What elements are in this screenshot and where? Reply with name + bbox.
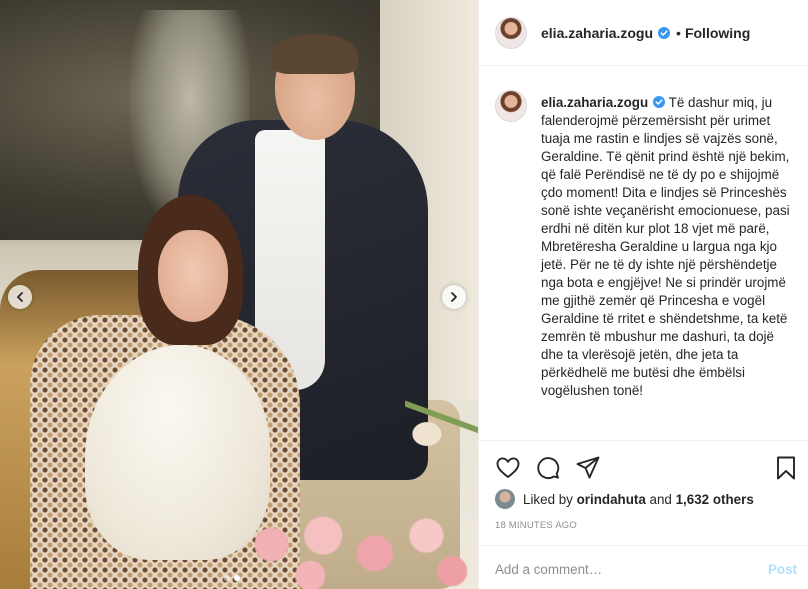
comment-icon[interactable] [535, 455, 561, 481]
caption-username[interactable]: elia.zaharia.zogu [541, 95, 648, 110]
caption-avatar[interactable] [495, 90, 527, 122]
caption-area: elia.zaharia.zogu Të dashur miq, ju fale… [479, 66, 808, 440]
woman-face [158, 230, 228, 322]
post-header: elia.zaharia.zogu • Following [479, 0, 808, 66]
comment-box: Post [479, 545, 808, 589]
header-username[interactable]: elia.zaharia.zogu [541, 25, 653, 41]
action-icons [495, 455, 795, 481]
post-comment-button[interactable]: Post [768, 562, 797, 577]
carousel-next-button[interactable] [442, 285, 466, 309]
pink-flowers [220, 500, 478, 589]
carousel-dot-active [234, 575, 240, 581]
liker-avatar[interactable] [495, 489, 515, 509]
comment-input[interactable] [495, 561, 768, 577]
verified-badge-icon [653, 96, 666, 108]
likes-and: and [649, 491, 672, 507]
post-timestamp[interactable]: 18 MINUTES AGO [495, 520, 577, 531]
share-icon[interactable] [575, 455, 601, 481]
man-hair [272, 34, 358, 74]
likes-line: Liked by orindahuta and 1,632 others [495, 489, 754, 509]
post-side-panel: elia.zaharia.zogu • Following elia.zahar… [478, 0, 808, 589]
likes-prefix: Liked by [523, 491, 573, 507]
follow-separator: • [676, 24, 681, 41]
following-button[interactable]: Following [685, 25, 750, 41]
verified-badge-icon [658, 26, 671, 39]
likes-count[interactable]: 1,632 others [676, 492, 754, 507]
avatar[interactable] [495, 16, 527, 49]
carousel-dots [224, 575, 240, 581]
chevron-left-icon [17, 292, 23, 302]
liked-by-user[interactable]: orindahuta [577, 492, 646, 507]
caption-text: Të dashur miq, ju falenderojmë përzemërs… [541, 95, 790, 398]
carousel-dot [224, 575, 230, 581]
carousel-prev-button[interactable] [8, 285, 32, 309]
tulip [405, 392, 478, 452]
chevron-right-icon [451, 292, 457, 302]
heart-icon[interactable] [495, 455, 521, 481]
post-photo[interactable] [0, 0, 478, 589]
actions-section: Liked by orindahuta and 1,632 others 18 … [479, 440, 808, 589]
bookmark-icon[interactable] [773, 455, 799, 481]
caption: elia.zaharia.zogu Të dashur miq, ju fale… [541, 94, 793, 440]
